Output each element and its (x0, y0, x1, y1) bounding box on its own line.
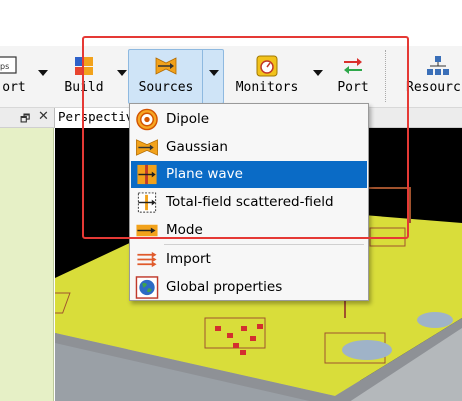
menu-item-label: Import (166, 251, 211, 267)
menu-item-mode[interactable]: Mode (131, 217, 367, 244)
menu-item-label: Total-field scattered-field (166, 194, 334, 210)
monitors-icon (256, 55, 278, 77)
objects-tree-panel (0, 128, 54, 401)
menu-item-label: Plane wave (166, 166, 243, 182)
menu-item-gaussian[interactable]: Gaussian (131, 134, 367, 161)
toolbar-item-label: Sources (138, 80, 194, 95)
close-icon[interactable]: ✕ (38, 109, 49, 124)
port-arrows-icon (344, 58, 362, 74)
tab-perspective[interactable]: Perspectiv (54, 108, 141, 128)
toolbar-item-label: Build (64, 80, 104, 95)
menu-item-label: Mode (166, 222, 203, 238)
menu-item-global-properties[interactable]: Global properties (131, 274, 367, 301)
toolbar-resources-button[interactable]: Resourc (398, 46, 462, 104)
title-area (0, 0, 462, 46)
build-dropdown-arrow-icon[interactable] (117, 70, 127, 76)
svg-text:ps: ps (0, 62, 9, 71)
gaussian-icon (136, 139, 158, 156)
toolbar-item-label: ort (2, 80, 26, 95)
main-toolbar: ps ort Build Sources Monitors Port Resou… (0, 46, 462, 108)
restore-window-icon[interactable]: 🗗 (20, 110, 30, 129)
toolbar-build-button[interactable]: Build (56, 46, 112, 104)
toolbar-port-button[interactable]: Port (330, 46, 376, 104)
import-icon (137, 251, 157, 268)
global-properties-icon (135, 276, 159, 299)
sources-split-divider (202, 49, 203, 104)
toolbar-sources-content[interactable]: Sources (130, 46, 202, 104)
menu-item-tfsf[interactable]: Total-field scattered-field (131, 189, 367, 216)
menu-item-label: Global properties (166, 279, 283, 295)
resources-icon (427, 56, 449, 75)
toolbar-import-button[interactable]: ps ort (0, 46, 42, 104)
menu-item-plane-wave[interactable]: Plane wave (131, 161, 367, 188)
toolbar-item-label: Monitors (235, 80, 299, 95)
build-icon (75, 57, 93, 75)
plane-wave-icon (137, 164, 157, 185)
dipole-icon (136, 108, 158, 131)
sources-dropdown-arrow-icon[interactable] (209, 70, 219, 76)
toolbar-item-label: Resourc (406, 80, 461, 95)
menu-item-label: Gaussian (166, 139, 228, 155)
tfsf-icon (137, 192, 157, 213)
menu-item-dipole[interactable]: Dipole (131, 106, 367, 133)
toolbar-item-label: Port (337, 80, 369, 95)
menu-item-import[interactable]: Import (131, 246, 367, 273)
sources-icon (155, 57, 177, 75)
menu-item-label: Dipole (166, 111, 210, 127)
monitors-dropdown-arrow-icon[interactable] (313, 70, 323, 76)
toolbar-separator (385, 50, 386, 102)
sources-dropdown-menu: Dipole Gaussian Plane wave Total-field s… (129, 103, 369, 301)
menu-separator (164, 244, 364, 245)
mode-icon (136, 224, 158, 237)
port-icon: ps (0, 56, 17, 74)
toolbar-monitors-button[interactable]: Monitors (232, 46, 302, 104)
import-dropdown-arrow-icon[interactable] (38, 70, 48, 76)
